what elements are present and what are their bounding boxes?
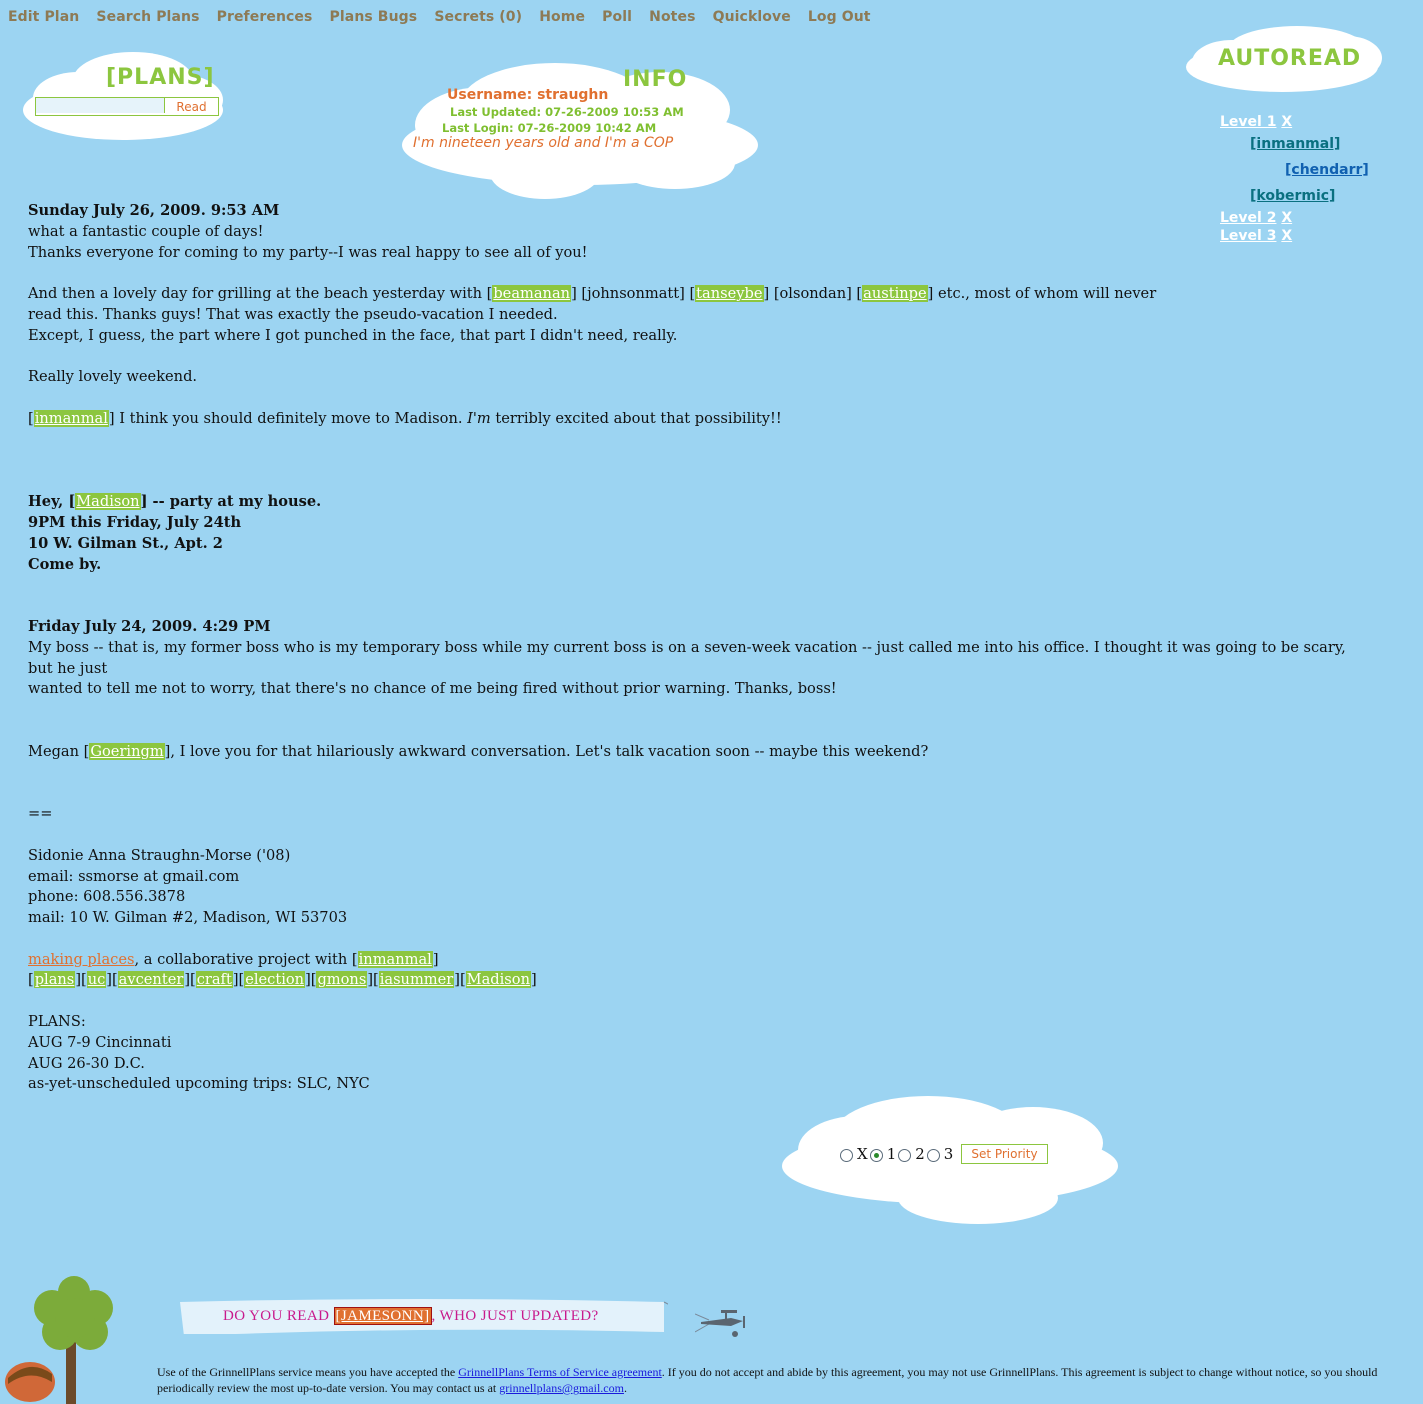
tree-icon: [5, 1276, 113, 1404]
plans-search-form: Read: [35, 97, 219, 116]
plan-text: what a fantastic couple of days!: [28, 222, 264, 240]
tag-link-gmons[interactable]: gmons: [316, 971, 368, 989]
priority-label: 3: [943, 1145, 954, 1163]
banner-user-link[interactable]: [JAMESONN]: [333, 1307, 432, 1325]
tag-links: [plans][uc][avcenter][craft][election][g…: [28, 971, 537, 989]
entry-date: Sunday July 26, 2009. 9:53 AM: [28, 202, 280, 219]
signature-phone: phone: 608.556.3878: [28, 888, 186, 906]
plan-text: My boss -- that is, my former boss who i…: [28, 638, 1346, 677]
info-cloud: INFO Username: straughn Last Updated: 07…: [395, 55, 765, 205]
plan-text: read this. Thanks guys! That was exactly…: [28, 305, 558, 323]
plans-item: AUG 7-9 Cincinnati: [28, 1033, 172, 1051]
plan-text: [inmanmal] I think you should definitely…: [28, 409, 782, 427]
plan-link-tanseybe[interactable]: tanseybe: [695, 285, 764, 303]
signature-mail: mail: 10 W. Gilman #2, Madison, WI 53703: [28, 909, 348, 927]
priority-radio-2[interactable]: [898, 1148, 912, 1162]
nav-log-out[interactable]: Log Out: [808, 9, 871, 25]
party-line: 9PM this Friday, July 24th: [28, 513, 242, 531]
nav-plans-bugs[interactable]: Plans Bugs: [330, 9, 418, 25]
plan-tagline: I'm nineteen years old and I'm a COP: [413, 135, 674, 151]
nav-home[interactable]: Home: [539, 9, 585, 25]
contact-email-link[interactable]: grinnellplans@gmail.com: [499, 1381, 624, 1395]
separator: ==: [28, 805, 53, 823]
plan-link-inmanmal[interactable]: inmanmal: [33, 409, 109, 427]
last-login: Last Login: 07-26-2009 10:42 AM: [442, 121, 657, 135]
nav-search-plans[interactable]: Search Plans: [96, 9, 199, 25]
legal-notice: Use of the GrinnellPlans service means y…: [157, 1365, 1378, 1395]
plan-text: wanted to tell me not to worry, that the…: [28, 680, 837, 698]
autoread-level-1-link[interactable]: Level 1: [1220, 114, 1276, 130]
plans-item: AUG 26-30 D.C.: [28, 1054, 145, 1072]
airplane-icon: [695, 1310, 745, 1337]
autoread-user-link[interactable]: [chendarr]: [1285, 162, 1369, 178]
autoread-logo: AUTOREAD: [1218, 46, 1362, 71]
signature-name: Sidonie Anna Straughn-Morse ('08): [28, 846, 291, 864]
plans-item: as-yet-unscheduled upcoming trips: SLC, …: [28, 1075, 370, 1093]
plan-content: Sunday July 26, 2009. 9:53 AM what a fan…: [28, 201, 1373, 1095]
nav-edit-plan[interactable]: Edit Plan: [8, 9, 79, 25]
tag-link-craft[interactable]: craft: [195, 971, 233, 989]
plans-search-input[interactable]: [36, 98, 165, 113]
banner-message: DO YOU READ [JAMESONN], WHO JUST UPDATED…: [223, 1307, 599, 1325]
plan-link-inmanmal[interactable]: inmanmal: [357, 950, 433, 968]
plan-text: And then a lovely day for grilling at th…: [28, 285, 1157, 303]
making-places-link[interactable]: making places: [28, 951, 134, 968]
autoread-cloud: AUTOREAD: [1182, 22, 1387, 100]
info-logo: INFO: [623, 67, 688, 92]
entry-date: Friday July 24, 2009. 4:29 PM: [28, 617, 271, 635]
autoread-user: [inmanmal]: [1250, 136, 1340, 152]
plan-text: Except, I guess, the part where I got pu…: [28, 326, 678, 344]
autoread-level-1: Level 1 X: [1220, 114, 1292, 130]
plan-link-beamanan[interactable]: beamanan: [492, 285, 572, 303]
plan-text: Megan [Goeringm], I love you for that hi…: [28, 742, 929, 760]
plan-link-austinpe[interactable]: austinpe: [862, 285, 928, 303]
nav-poll[interactable]: Poll: [602, 9, 632, 25]
top-nav: Edit Plan Search Plans Preferences Plans…: [8, 6, 883, 25]
nav-secrets[interactable]: Secrets (0): [434, 9, 522, 25]
priority-form: X 1 2 3 Set Priority: [838, 1144, 1048, 1164]
plans-logo: [PLANS]: [106, 65, 215, 90]
priority-label: 1: [886, 1145, 897, 1163]
priority-label: X: [857, 1145, 868, 1163]
read-button[interactable]: Read: [165, 98, 218, 115]
username: Username: straughn: [447, 87, 609, 103]
autoread-level-1-clear[interactable]: X: [1281, 114, 1292, 130]
priority-radio-1[interactable]: [869, 1148, 883, 1162]
autoread-user-link[interactable]: [inmanmal]: [1250, 136, 1340, 152]
tag-link-plans[interactable]: plans: [33, 971, 76, 989]
signature-email: email: ssmorse at gmail.com: [28, 867, 240, 885]
priority-radio-3[interactable]: [926, 1148, 940, 1162]
plans-heading: PLANS:: [28, 1013, 86, 1031]
tag-link-iasummer[interactable]: iasummer: [378, 971, 455, 989]
plan-text: Really lovely weekend.: [28, 368, 198, 386]
nav-quicklove[interactable]: Quicklove: [713, 9, 791, 25]
tos-link[interactable]: GrinnellPlans Terms of Service agreement: [458, 1365, 662, 1379]
autoread-user: [chendarr]: [1285, 162, 1369, 178]
nav-notes[interactable]: Notes: [649, 9, 695, 25]
party-line: Come by.: [28, 555, 102, 573]
priority-cloud: X 1 2 3 Set Priority: [778, 1088, 1123, 1228]
plan-link-madison[interactable]: Madison: [75, 493, 141, 511]
plan-link-goeringm[interactable]: Goeringm: [89, 742, 165, 760]
tag-link-madison[interactable]: Madison: [465, 971, 531, 989]
plan-text: making places, a collaborative project w…: [28, 950, 439, 968]
last-updated: Last Updated: 07-26-2009 10:53 AM: [450, 105, 684, 119]
priority-label: 2: [915, 1145, 925, 1163]
priority-radio-x[interactable]: [840, 1148, 853, 1162]
nav-preferences[interactable]: Preferences: [217, 9, 313, 25]
party-line: Hey, [Madison] -- party at my house.: [28, 493, 322, 511]
cloud-shape: [23, 52, 223, 140]
party-line: 10 W. Gilman St., Apt. 2: [28, 534, 223, 552]
plan-text: Thanks everyone for coming to my party--…: [28, 243, 588, 261]
set-priority-button[interactable]: Set Priority: [961, 1144, 1048, 1164]
tag-link-avcenter[interactable]: avcenter: [117, 971, 185, 989]
tag-link-uc[interactable]: uc: [86, 971, 107, 989]
tag-link-election[interactable]: election: [244, 971, 306, 989]
plans-search-cloud: [PLANS] Read: [18, 40, 233, 150]
